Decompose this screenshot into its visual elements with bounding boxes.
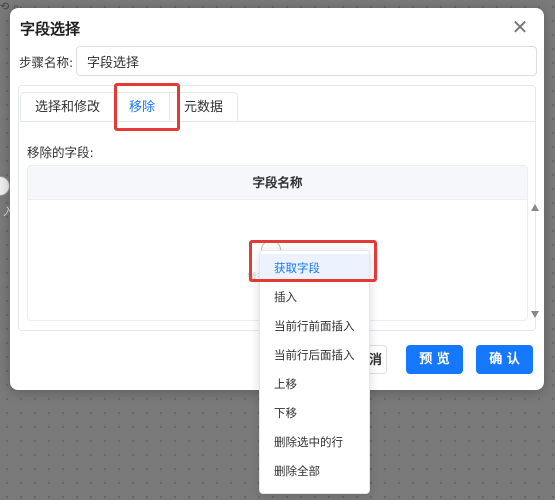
menu-item-insert-after[interactable]: 当前行后面插入	[260, 341, 369, 369]
menu-item-delete-selected[interactable]: 删除选中的行	[260, 428, 369, 456]
tab-remove[interactable]: 移除	[114, 92, 171, 122]
scroll-down-arrow-icon[interactable]	[531, 311, 539, 318]
menu-item-get-fields[interactable]: 获取字段	[260, 254, 369, 282]
confirm-button[interactable]: 确 认	[476, 345, 533, 374]
close-icon[interactable]: ✕	[510, 17, 530, 37]
context-menu: 获取字段 插入 当前行前面插入 当前行后面插入 上移 下移 删除选中的行 删除全…	[259, 250, 370, 494]
step-name-label: 步骤名称:	[19, 55, 74, 70]
tab-select-modify[interactable]: 选择和修改	[20, 92, 116, 122]
menu-item-insert[interactable]: 插入	[260, 283, 369, 311]
tab-bar: 选择和修改 移除 元数据	[20, 92, 239, 122]
tab-metadata[interactable]: 元数据	[169, 92, 239, 122]
menu-item-move-up[interactable]: 上移	[260, 370, 369, 398]
menu-item-delete-all[interactable]: 删除全部	[260, 457, 369, 485]
removed-fields-label: 移除的字段:	[27, 145, 94, 160]
menu-item-insert-before[interactable]: 当前行前面插入	[260, 312, 369, 340]
tab-divider	[20, 121, 535, 122]
column-header-field-name: 字段名称	[28, 166, 527, 200]
preview-button[interactable]: 预 览	[406, 345, 463, 374]
scroll-up-arrow-icon[interactable]	[531, 204, 539, 211]
canvas-node-icon	[0, 176, 10, 196]
step-name-input[interactable]	[76, 46, 537, 76]
dialog-title: 字段选择	[20, 20, 81, 38]
menu-item-move-down[interactable]: 下移	[260, 399, 369, 427]
